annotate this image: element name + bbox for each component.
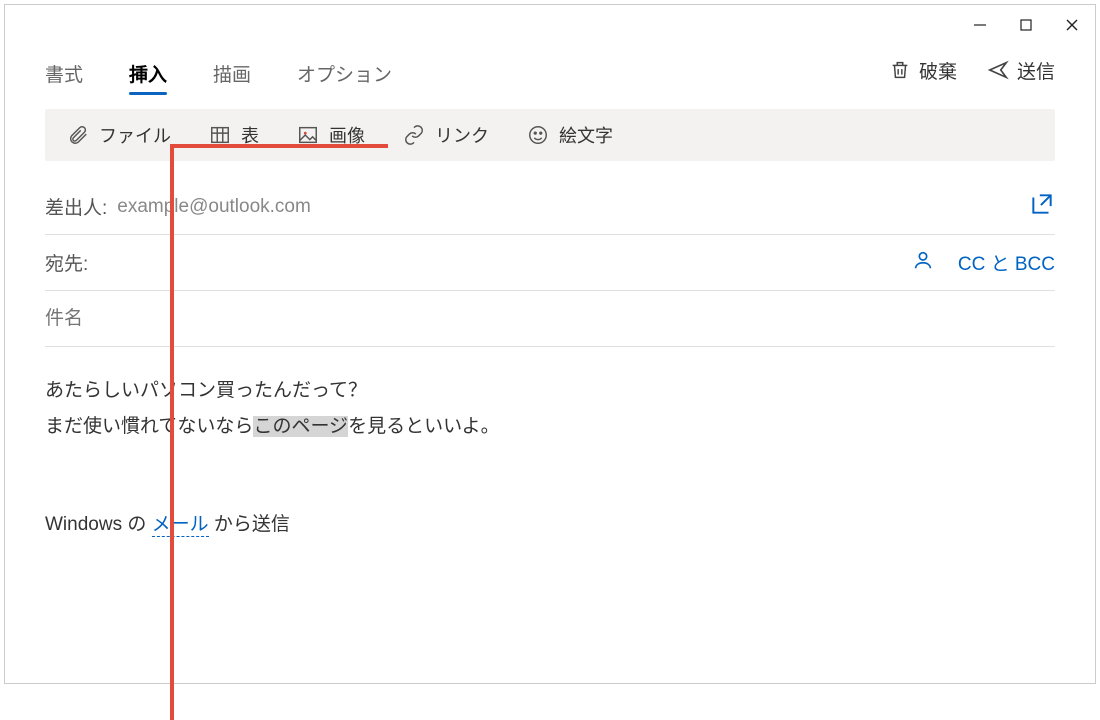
send-label: 送信 — [1017, 57, 1055, 84]
subject-row[interactable] — [45, 291, 1055, 347]
insert-file[interactable]: ファイル — [67, 122, 171, 148]
cc-bcc-button[interactable]: CC と BCC — [958, 249, 1055, 276]
subject-input[interactable] — [45, 308, 1055, 330]
tab-options[interactable]: オプション — [297, 60, 392, 95]
close-button[interactable] — [1049, 5, 1095, 45]
insert-table-label: 表 — [241, 122, 259, 148]
emoji-icon — [527, 124, 549, 146]
window-titlebar — [5, 5, 1095, 45]
selected-text: このページ — [253, 416, 348, 437]
insert-table[interactable]: 表 — [209, 122, 259, 148]
to-row[interactable]: 宛先: CC と BCC — [45, 235, 1055, 291]
image-icon — [297, 124, 319, 146]
body-line-2: まだ使い慣れてないならこのページを見るといいよ。 — [45, 409, 1055, 445]
table-icon — [209, 124, 231, 146]
compose-window: 書式 挿入 描画 オプション 破棄 送信 ファイル — [4, 4, 1096, 684]
from-email[interactable]: example@outlook.com — [117, 196, 311, 218]
body-line-1: あたらしいパソコン買ったんだって？ — [45, 373, 1055, 409]
to-label: 宛先: — [45, 249, 88, 276]
insert-toolbar: ファイル 表 画像 リンク 絵文字 — [45, 109, 1055, 161]
send-button[interactable]: 送信 — [987, 57, 1055, 84]
popout-icon — [1029, 191, 1055, 217]
insert-file-label: ファイル — [99, 122, 171, 148]
maximize-button[interactable] — [1003, 5, 1049, 45]
minimize-button[interactable] — [957, 5, 1003, 45]
compose-fields: 差出人: example@outlook.com 宛先: CC と BCC — [5, 161, 1095, 347]
tab-draw[interactable]: 描画 — [213, 60, 251, 95]
insert-link[interactable]: リンク — [403, 122, 489, 148]
signature-line: Windows の メール から送信 — [45, 507, 1055, 543]
insert-emoji[interactable]: 絵文字 — [527, 122, 613, 148]
link-icon — [403, 124, 425, 146]
tabs-row: 書式 挿入 描画 オプション 破棄 送信 — [5, 45, 1095, 95]
add-contact-button[interactable] — [912, 249, 934, 277]
insert-image-label: 画像 — [329, 122, 365, 148]
tab-format[interactable]: 書式 — [45, 60, 83, 95]
popout-button[interactable] — [1029, 191, 1055, 223]
person-icon — [912, 249, 934, 271]
discard-button[interactable]: 破棄 — [889, 57, 957, 84]
insert-image[interactable]: 画像 — [297, 122, 365, 148]
insert-emoji-label: 絵文字 — [559, 122, 613, 148]
tab-insert[interactable]: 挿入 — [129, 60, 167, 95]
paperclip-icon — [67, 124, 89, 146]
insert-link-label: リンク — [435, 122, 489, 148]
from-label: 差出人: — [45, 193, 107, 220]
mail-app-link[interactable]: メール — [152, 514, 209, 537]
message-body[interactable]: あたらしいパソコン買ったんだって？ まだ使い慣れてないならこのページを見るといい… — [5, 347, 1095, 543]
discard-label: 破棄 — [919, 57, 957, 84]
from-row: 差出人: example@outlook.com — [45, 179, 1055, 235]
